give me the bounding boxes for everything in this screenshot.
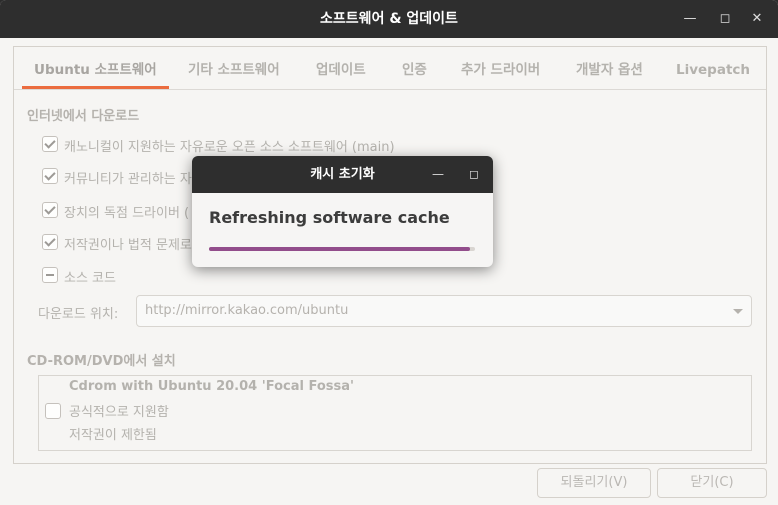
progress-fill: [209, 247, 470, 251]
dialog-message: Refreshing software cache: [209, 208, 450, 227]
title-bar: 소프트웨어 & 업데이트 — ◻ ✕: [0, 0, 778, 38]
dialog-maximize-icon[interactable]: ◻: [464, 164, 484, 184]
window-title: 소프트웨어 & 업데이트: [320, 11, 458, 27]
modal-overlay: [0, 38, 778, 505]
cache-refresh-dialog: 캐시 초기화 — ◻ Refreshing software cache: [192, 156, 493, 267]
close-icon[interactable]: ✕: [747, 9, 767, 29]
dialog-title-bar: 캐시 초기화 — ◻: [192, 156, 493, 193]
progress-bar: [209, 247, 475, 251]
minimize-icon[interactable]: —: [680, 9, 700, 29]
maximize-icon[interactable]: ◻: [715, 9, 735, 29]
dialog-minimize-icon[interactable]: —: [428, 164, 448, 184]
